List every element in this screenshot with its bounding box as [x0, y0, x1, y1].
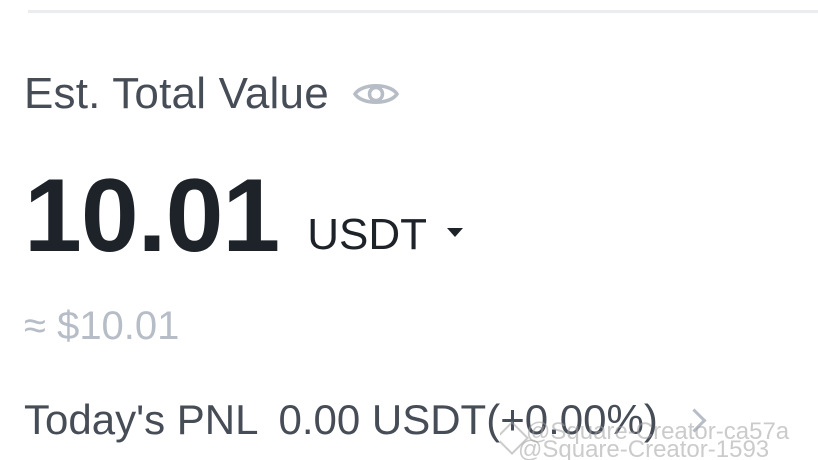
fiat-equivalent: ≈ $10.01: [24, 304, 180, 348]
caret-down-icon: [447, 227, 464, 237]
total-value-header: Est. Total Value: [24, 66, 401, 122]
top-divider: [28, 10, 818, 13]
currency-label: USDT: [307, 210, 428, 259]
total-value-row: 10.01 USDT: [24, 158, 464, 274]
chevron-right-icon: [682, 407, 707, 433]
pnl-value: 0.00 USDT(+0.00%): [278, 396, 658, 443]
todays-pnl-row[interactable]: Today's PNL 0.00 USDT(+0.00%): [24, 392, 707, 448]
total-value-title: Est. Total Value: [24, 69, 329, 118]
eye-icon[interactable]: [351, 76, 401, 112]
currency-selector[interactable]: USDT: [307, 210, 464, 260]
total-value-amount: 10.01: [24, 158, 280, 274]
pnl-label: Today's PNL: [24, 396, 259, 443]
